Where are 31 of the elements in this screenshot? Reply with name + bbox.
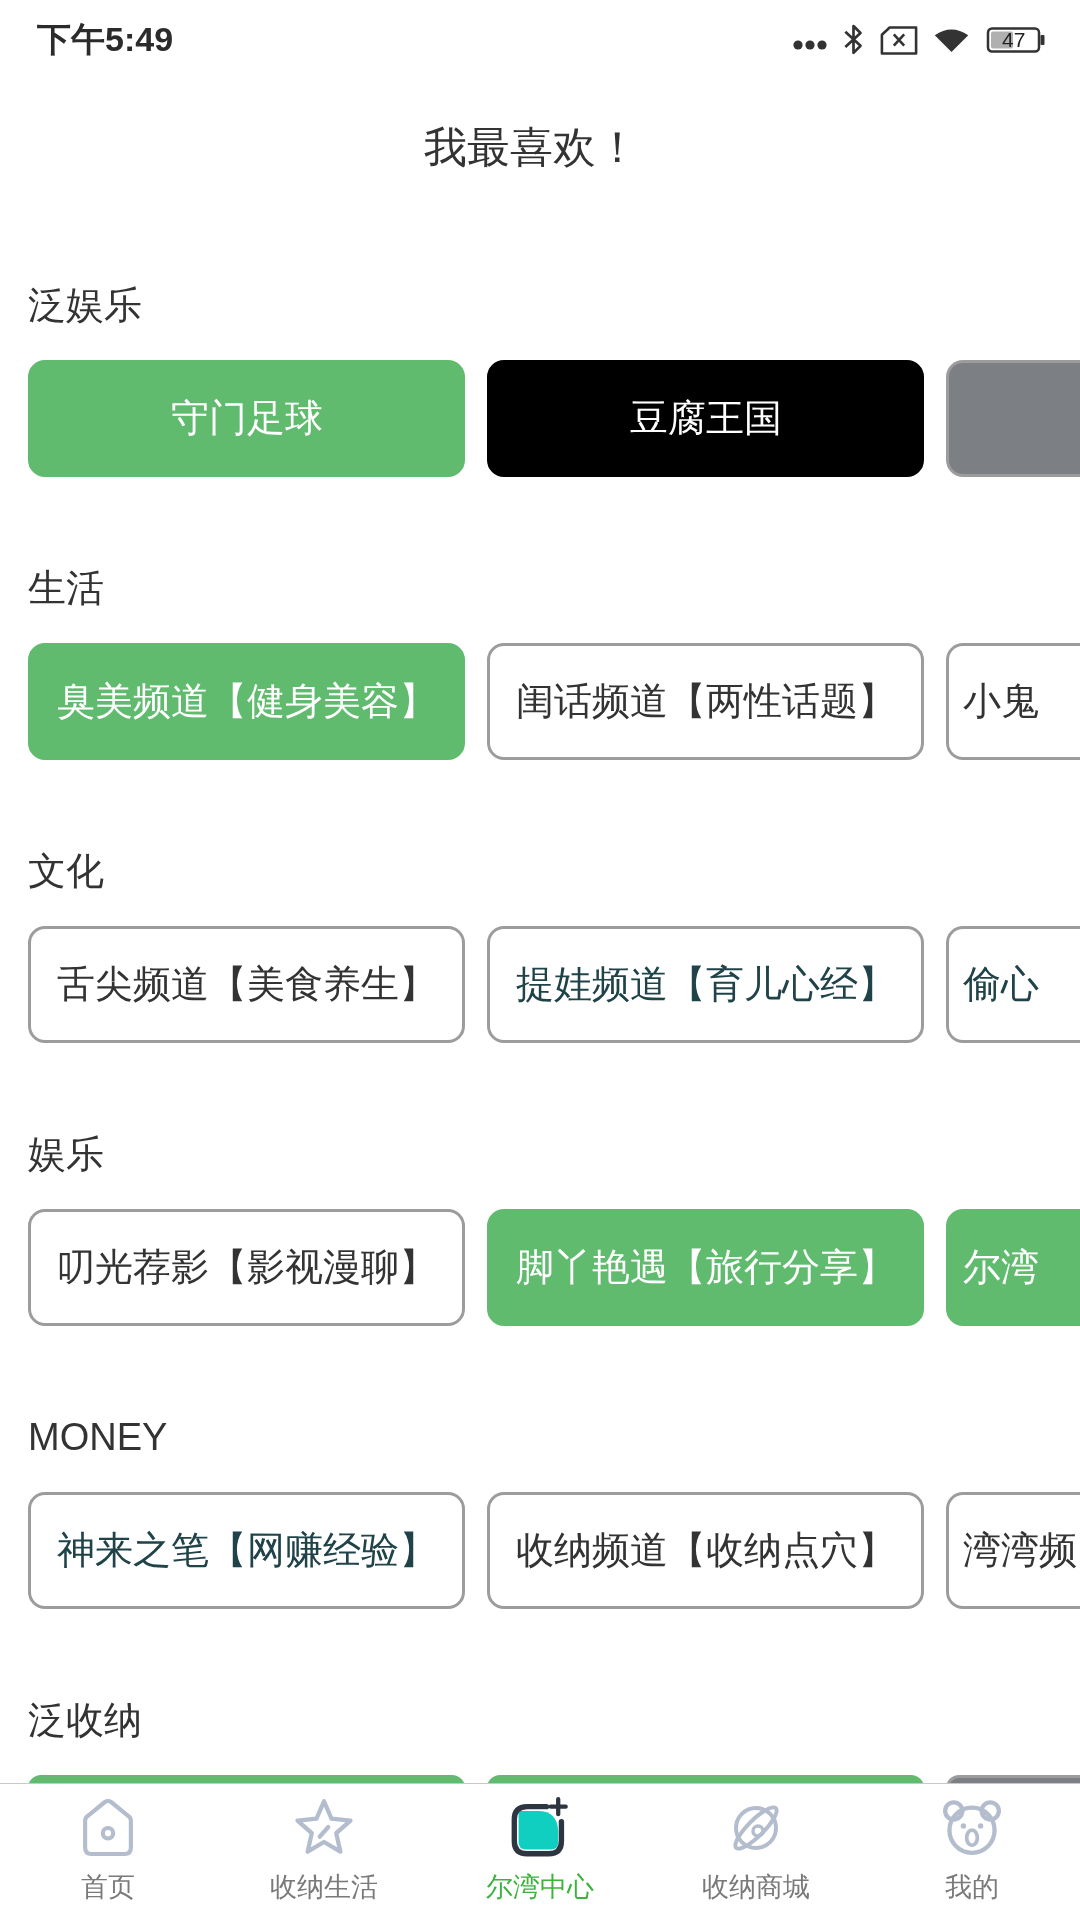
channel-card[interactable]: 闺话频道【两性话题】 — [487, 643, 924, 760]
more-dots-icon — [793, 40, 827, 50]
channel-card[interactable]: 神来之笔【网赚经验】 — [28, 1492, 465, 1609]
section-title: 泛收纳 — [28, 1698, 142, 1742]
section-title: 泛娱乐 — [28, 283, 142, 327]
home-icon — [82, 1797, 134, 1857]
no-sim-icon — [880, 25, 918, 55]
section-title: 娱乐 — [28, 1132, 104, 1176]
channel-card[interactable]: 湾湾频 — [946, 1492, 1080, 1609]
bear-face-icon — [943, 1797, 1001, 1857]
tab-item[interactable]: 我的 — [864, 1784, 1080, 1920]
tab-item[interactable]: 收纳商城 — [648, 1784, 864, 1920]
square-plus-icon — [510, 1797, 570, 1857]
tab-item[interactable]: 首页 — [0, 1784, 216, 1920]
channel-card[interactable]: 舌尖频道【美食养生】 — [28, 926, 465, 1043]
channel-card[interactable]: 提娃频道【育儿心经】 — [487, 926, 924, 1043]
channel-card[interactable]: 叨光荐影【影视漫聊】 — [28, 1209, 465, 1326]
section-title: MONEY — [28, 1415, 168, 1459]
star-icon — [294, 1797, 354, 1857]
tab-item[interactable]: 收纳生活 — [216, 1784, 432, 1920]
channel-card[interactable]: 偷心 — [946, 926, 1080, 1043]
battery-percent: 47 — [1002, 28, 1026, 52]
page-title: 我最喜欢！ — [423, 122, 639, 173]
section-title: 生活 — [28, 566, 104, 610]
channel-card[interactable]: 豆腐王国 — [487, 360, 924, 477]
channel-card[interactable]: 小鬼 — [946, 643, 1080, 760]
wifi-icon — [934, 28, 969, 52]
status-time: 下午5:49 — [37, 19, 174, 60]
battery-icon — [985, 27, 1046, 53]
section-title: 文化 — [28, 849, 104, 893]
channel-card[interactable]: 收纳频道【收纳点穴】 — [487, 1492, 924, 1609]
